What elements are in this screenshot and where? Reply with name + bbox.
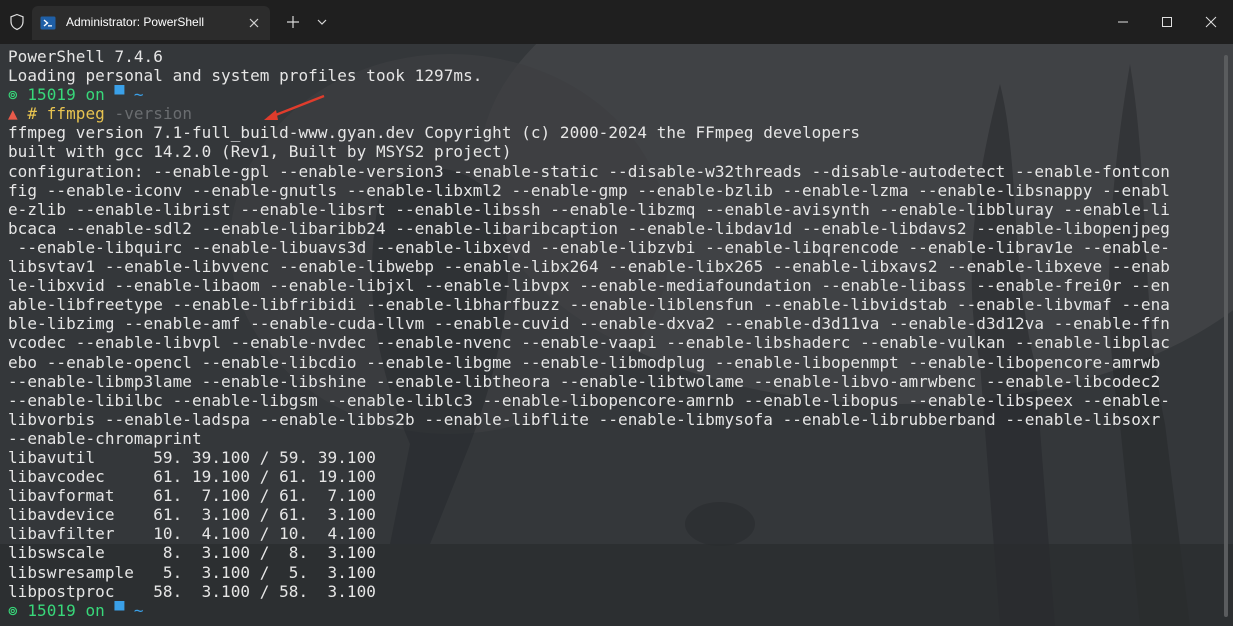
output-line: ebo --enable-opencl --enable-libcdio --e… <box>8 352 1161 372</box>
prompt-user: 15019 <box>27 600 76 620</box>
prompt-line: ⊚ 15019 on ▀ ~ <box>8 85 1220 104</box>
output-line: libavdevice 61. 3.100 / 61. 3.100 <box>8 505 376 525</box>
output-line: --enable-libilbc --enable-libgsm --enabl… <box>8 390 1170 410</box>
output-line: libpostproc 58. 3.100 / 58. 3.100 <box>8 581 376 601</box>
output-line: libswscale 8. 3.100 / 8. 3.100 <box>8 543 376 563</box>
prompt-path: ~ <box>133 85 144 105</box>
folder-icon: ▀ <box>114 85 125 105</box>
output-line: vcodec --enable-libvpl --enable-nvdec --… <box>8 333 1170 353</box>
close-icon[interactable] <box>1188 0 1233 44</box>
prompt-on: on <box>85 600 105 620</box>
output-line: libvorbis --enable-ladspa --enable-libbs… <box>8 409 1161 429</box>
output-line: libavcodec 61. 19.100 / 61. 19.100 <box>8 467 376 487</box>
prompt-hash: # <box>27 104 38 124</box>
title-bar[interactable]: Administrator: PowerShell <box>0 0 1233 44</box>
output-line: bcaca --enable-sdl2 --enable-libaribb24 … <box>8 218 1170 238</box>
prompt-user: 15019 <box>27 85 76 105</box>
output-line: fig --enable-iconv --enable-gnutls --ena… <box>8 180 1170 200</box>
output-line: e-zlib --enable-librist --enable-libsrt … <box>8 199 1170 219</box>
command-name: ffmpeg <box>46 104 105 124</box>
output-line: configuration: --enable-gpl --enable-ver… <box>8 161 1170 181</box>
prompt-symbol: ⊚ <box>8 85 18 105</box>
output-line: libswresample 5. 3.100 / 5. 3.100 <box>8 562 376 582</box>
maximize-icon[interactable] <box>1146 0 1188 44</box>
output-line: libavutil 59. 39.100 / 59. 39.100 <box>8 447 376 467</box>
caret-icon: ▲ <box>8 104 18 124</box>
output-line: libavfilter 10. 4.100 / 10. 4.100 <box>8 524 376 544</box>
chevron-down-icon[interactable] <box>313 13 331 31</box>
command-arg: -version <box>114 104 193 124</box>
folder-icon: ▀ <box>114 600 125 620</box>
output-line: ble-libzimg --enable-amf --enable-cuda-l… <box>8 314 1170 334</box>
shield-icon <box>8 13 26 31</box>
close-icon[interactable] <box>246 15 262 31</box>
scrollbar[interactable] <box>1224 55 1228 617</box>
annotation-arrow <box>260 92 330 126</box>
output-line: --enable-chromaprint <box>8 428 202 448</box>
terminal-window: Administrator: PowerShell PowerShell 7.4… <box>0 0 1233 626</box>
output-block: ffmpeg version 7.1-full_build-www.gyan.d… <box>8 123 1220 600</box>
tab-title: Administrator: PowerShell <box>66 15 205 29</box>
header-line: PowerShell 7.4.6 <box>8 47 163 66</box>
minimize-icon[interactable] <box>1100 0 1146 44</box>
output-line: able-libfreetype --enable-libfribidi --e… <box>8 295 1170 315</box>
prompt-on: on <box>85 85 105 105</box>
output-line: built with gcc 14.2.0 (Rev1, Built by MS… <box>8 142 512 162</box>
prompt-line: ⊚ 15019 on ▀ ~ <box>8 601 1220 620</box>
output-line: --enable-libmp3lame --enable-libshine --… <box>8 371 1161 391</box>
tab-powershell[interactable]: Administrator: PowerShell <box>32 6 270 40</box>
output-line: libsvtav1 --enable-libvvenc --enable-lib… <box>8 257 1170 277</box>
header-line: Loading personal and system profiles too… <box>8 66 483 86</box>
powershell-icon <box>40 15 56 31</box>
prompt-path: ~ <box>133 600 144 620</box>
command-line: ▲ # ffmpeg -version <box>8 104 1220 123</box>
terminal-output[interactable]: PowerShell 7.4.6 Loading personal and sy… <box>8 47 1220 620</box>
output-line: libavformat 61. 7.100 / 61. 7.100 <box>8 486 376 506</box>
output-line: le-libxvid --enable-libaom --enable-libj… <box>8 276 1170 296</box>
output-line: ffmpeg version 7.1-full_build-www.gyan.d… <box>8 123 861 143</box>
prompt-symbol: ⊚ <box>8 600 18 620</box>
output-line: --enable-libquirc --enable-libuavs3d --e… <box>8 237 1170 257</box>
plus-icon[interactable] <box>284 13 302 31</box>
